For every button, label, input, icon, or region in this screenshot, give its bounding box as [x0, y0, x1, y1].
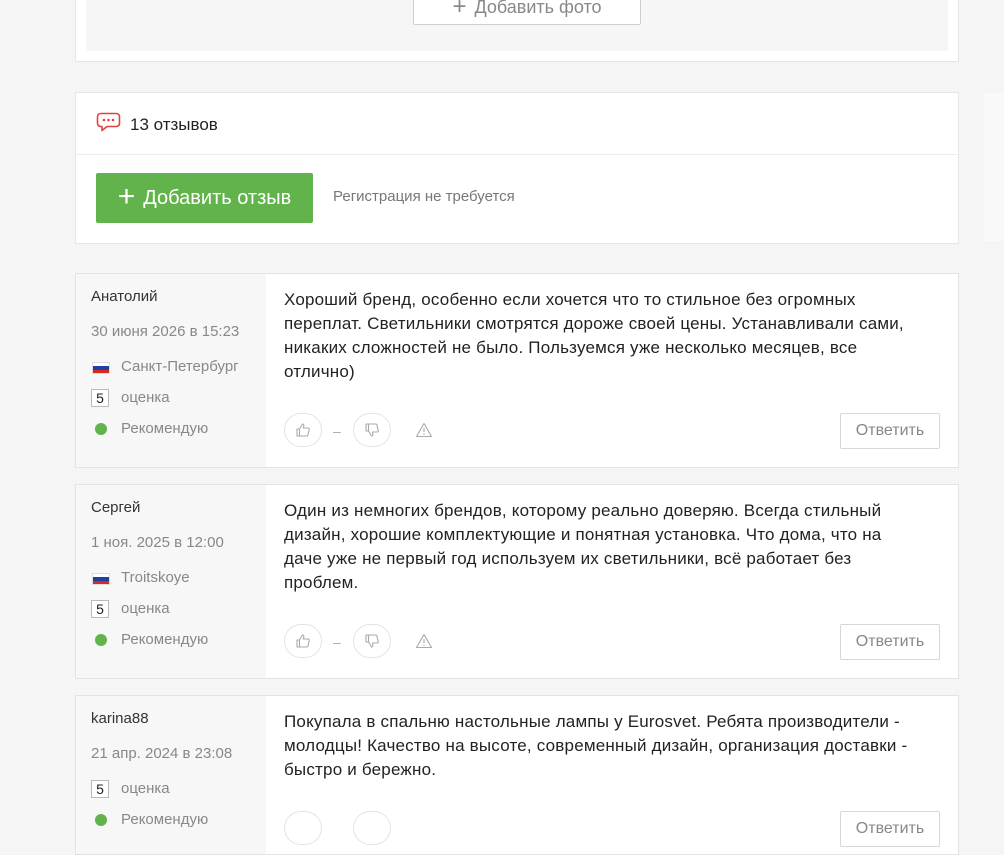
thumbs-up-icon	[296, 423, 310, 437]
score-label: оценка	[121, 389, 170, 406]
review-city: Troitskoye	[121, 569, 190, 586]
review-city: Санкт-Петербург	[121, 358, 239, 375]
reply-button[interactable]: Ответить	[840, 811, 940, 847]
review-text: Один из немногих брендов, которому реаль…	[284, 501, 882, 592]
score-badge: 5	[91, 600, 109, 618]
review-date: 1 ноя. 2025 в 12:00	[91, 534, 224, 551]
report-warning-icon[interactable]	[415, 633, 433, 649]
plus-icon: +	[452, 0, 467, 20]
thumbs-up-icon	[296, 634, 310, 648]
score-label: оценка	[121, 600, 170, 617]
score-badge: 5	[91, 389, 109, 407]
review-card: karina88 21 апр. 2024 в 23:08 5 оценка Р…	[75, 695, 959, 855]
add-photo-label: Добавить фото	[474, 0, 602, 17]
dislike-button[interactable]	[353, 624, 391, 658]
add-photo-button[interactable]: + Добавить фото	[413, 0, 641, 25]
russia-flag-icon	[92, 362, 110, 374]
photo-upload-area: + Добавить фото	[86, 0, 948, 51]
review-meta: Сергей 1 ноя. 2025 в 12:00 Troitskoye 5 …	[76, 485, 266, 678]
side-panel-edge	[984, 93, 1004, 241]
russia-flag-icon	[92, 573, 110, 585]
review-meta: karina88 21 апр. 2024 в 23:08 5 оценка Р…	[76, 696, 266, 854]
report-warning-icon[interactable]	[415, 422, 433, 438]
vote-separator: –	[333, 634, 341, 650]
dislike-button[interactable]	[353, 811, 391, 845]
score-badge: 5	[91, 780, 109, 798]
recommend-label: Рекомендую	[121, 420, 209, 437]
recommend-label: Рекомендую	[121, 811, 209, 828]
like-button[interactable]	[284, 624, 322, 658]
review-date: 21 апр. 2024 в 23:08	[91, 745, 233, 762]
plus-icon: +	[117, 179, 136, 213]
review-author[interactable]: Анатолий	[91, 288, 158, 305]
score-label: оценка	[121, 780, 170, 797]
comment-icon	[96, 112, 121, 132]
recommend-dot-icon	[95, 423, 107, 435]
review-card: Анатолий 30 июня 2026 в 15:23 Санкт-Пете…	[75, 273, 959, 468]
add-review-button[interactable]: + Добавить отзыв	[96, 173, 313, 223]
review-text: Хороший бренд, особенно если хочется что…	[284, 290, 904, 381]
review-text: Покупала в спальню настольные лампы у Eu…	[284, 712, 908, 779]
reviews-count: 13 отзывов	[130, 115, 218, 134]
thumbs-down-icon	[365, 423, 379, 437]
like-button[interactable]	[284, 811, 322, 845]
recommend-dot-icon	[95, 634, 107, 646]
reply-button[interactable]: Ответить	[840, 624, 940, 660]
add-review-label: Добавить отзыв	[143, 186, 292, 209]
photo-card: + Добавить фото	[75, 0, 959, 62]
review-date: 30 июня 2026 в 15:23	[91, 323, 240, 340]
review-meta: Анатолий 30 июня 2026 в 15:23 Санкт-Пете…	[76, 274, 266, 467]
review-author[interactable]: Сергей	[91, 499, 140, 516]
reply-button[interactable]: Ответить	[840, 413, 940, 449]
recommend-label: Рекомендую	[121, 631, 209, 648]
like-button[interactable]	[284, 413, 322, 447]
review-card: Сергей 1 ноя. 2025 в 12:00 Troitskoye 5 …	[75, 484, 959, 679]
dislike-button[interactable]	[353, 413, 391, 447]
recommend-dot-icon	[95, 814, 107, 826]
vote-separator: –	[333, 423, 341, 439]
reviews-heading: 13 отзывов	[76, 93, 958, 155]
reviews-header-card: 13 отзывов + Добавить отзыв Регистрация …	[75, 92, 959, 244]
thumbs-down-icon	[365, 634, 379, 648]
review-author[interactable]: karina88	[91, 710, 149, 727]
no-registration-note: Регистрация не требуется	[333, 188, 515, 205]
